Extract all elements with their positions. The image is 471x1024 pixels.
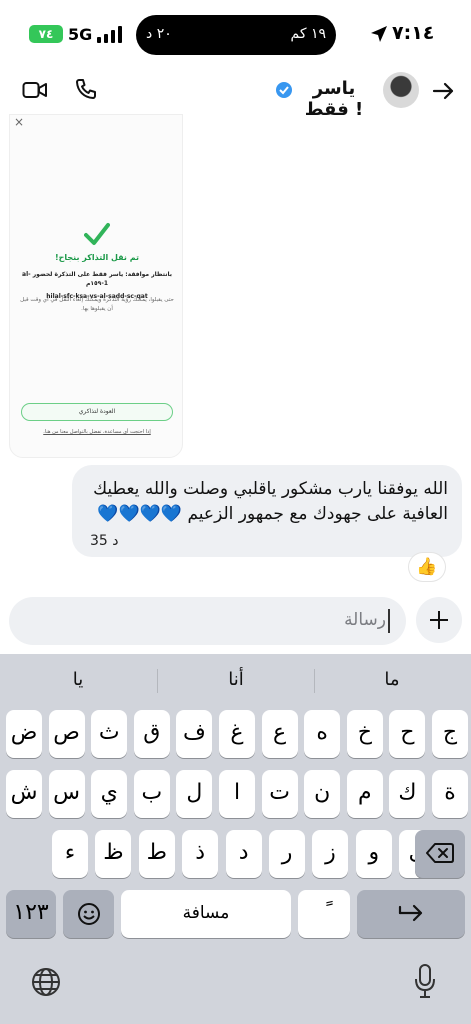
- return-key[interactable]: [357, 890, 465, 938]
- key-3-8[interactable]: ظ: [95, 830, 132, 878]
- dynamic-island[interactable]: ٢٠ د ١٩ كم: [136, 15, 336, 55]
- reaction-thumbs-up[interactable]: 👍: [409, 553, 445, 581]
- key-2-5[interactable]: ت: [261, 770, 298, 818]
- app-screen: ٧٤ 5G ٢٠ د ١٩ كم ٧:١٤ ياسر فقط ! × تم نق…: [0, 0, 471, 1024]
- key-2-6[interactable]: ا: [219, 770, 255, 818]
- delete-icon: [426, 843, 454, 863]
- delete-key[interactable]: [415, 830, 465, 878]
- key-2-9[interactable]: ي: [91, 770, 128, 818]
- chat-header: ياسر فقط !: [0, 68, 471, 120]
- keyboard: ما أنا يا ١٢٣ مسافة ً جحخهعغفقثصض ةكمنتال…: [0, 654, 471, 1024]
- key-1-6[interactable]: غ: [219, 710, 255, 758]
- key-2-8[interactable]: ب: [133, 770, 170, 818]
- key-2-3[interactable]: م: [346, 770, 383, 818]
- video-call-icon[interactable]: [22, 80, 48, 100]
- signal-icon: [97, 26, 123, 43]
- card-line: حتى يقبلوا، يمكنك رؤية التذكرة ويمكنك إل…: [20, 297, 174, 312]
- back-arrow-icon[interactable]: [431, 79, 455, 103]
- contact-name[interactable]: ياسر فقط !: [292, 78, 376, 120]
- message-time: 35 د: [90, 533, 119, 549]
- key-3-2[interactable]: و: [355, 830, 392, 878]
- message-text: الله يوفقنا يارب مشكور ياقلبي وصلت والله…: [93, 479, 448, 524]
- key-3-6[interactable]: ذ: [182, 830, 219, 878]
- key-1-8[interactable]: ق: [133, 710, 170, 758]
- suggestion-2[interactable]: أنا: [158, 666, 314, 694]
- key-3-4[interactable]: ر: [269, 830, 305, 878]
- network-type: 5G: [68, 25, 93, 44]
- navigation-distance: ١٩ كم: [290, 26, 326, 42]
- message-input[interactable]: رسالة: [9, 597, 406, 645]
- key-1-2[interactable]: ح: [389, 710, 426, 758]
- key-2-4[interactable]: ن: [304, 770, 341, 818]
- key-1-1[interactable]: ج: [432, 710, 468, 758]
- key-2-10[interactable]: س: [48, 770, 85, 818]
- key-1-10[interactable]: ص: [48, 710, 85, 758]
- verified-badge-icon: [276, 82, 292, 98]
- key-3-9[interactable]: ء: [52, 830, 88, 878]
- key-1-11[interactable]: ض: [6, 710, 42, 758]
- space-key[interactable]: مسافة: [121, 890, 291, 938]
- key-1-9[interactable]: ث: [91, 710, 128, 758]
- battery-indicator: ٧٤: [29, 25, 63, 43]
- key-2-11[interactable]: ش: [6, 770, 42, 818]
- checkmark-icon: [84, 223, 110, 245]
- suggestion-3[interactable]: يا: [0, 666, 156, 694]
- clock: ٧:١٤: [392, 22, 435, 44]
- key-1-3[interactable]: خ: [346, 710, 383, 758]
- globe-icon[interactable]: [30, 966, 62, 998]
- card-title: تم نقل التذاكر بنجاح!: [55, 253, 139, 262]
- shared-image[interactable]: × تم نقل التذاكر بنجاح! بانتظار موافقة: …: [9, 114, 183, 458]
- emoji-key[interactable]: [63, 890, 114, 938]
- add-attachment-button[interactable]: [416, 597, 462, 643]
- status-bar: ٧٤ 5G ٢٠ د ١٩ كم ٧:١٤: [0, 0, 471, 68]
- card-line: بانتظار موافقة: ياسر فقط على التذكرة لحض…: [22, 271, 172, 287]
- tanween-key[interactable]: ً: [298, 890, 350, 938]
- message-bubble[interactable]: الله يوفقنا يارب مشكور ياقلبي وصلت والله…: [72, 465, 462, 557]
- key-1-5[interactable]: ع: [261, 710, 298, 758]
- key-2-2[interactable]: ك: [389, 770, 426, 818]
- suggestion-1[interactable]: ما: [314, 666, 470, 694]
- key-2-7[interactable]: ل: [176, 770, 213, 818]
- emoji-icon: [77, 903, 100, 925]
- key-3-5[interactable]: د: [225, 830, 262, 878]
- key-1-7[interactable]: ف: [176, 710, 213, 758]
- card-help-text: إذا احتجت أي مساعدة، تفضل بالتواصل معنا …: [43, 429, 151, 435]
- message-placeholder: رسالة: [344, 610, 386, 630]
- phone-call-icon[interactable]: [74, 77, 98, 101]
- return-icon: [398, 904, 423, 922]
- key-3-3[interactable]: ز: [312, 830, 349, 878]
- avatar[interactable]: [383, 72, 419, 108]
- card-button: العودة لتذاكري: [21, 403, 173, 421]
- navigation-eta: ٢٠ د: [146, 26, 172, 42]
- key-2-1[interactable]: ة: [432, 770, 468, 818]
- key-1-4[interactable]: ه: [304, 710, 341, 758]
- text-cursor: [388, 609, 390, 633]
- close-icon: ×: [14, 115, 25, 129]
- microphone-icon[interactable]: [414, 964, 436, 998]
- key-3-7[interactable]: ط: [138, 830, 175, 878]
- numbers-key[interactable]: ١٢٣: [6, 890, 56, 938]
- location-arrow-icon: [371, 26, 387, 42]
